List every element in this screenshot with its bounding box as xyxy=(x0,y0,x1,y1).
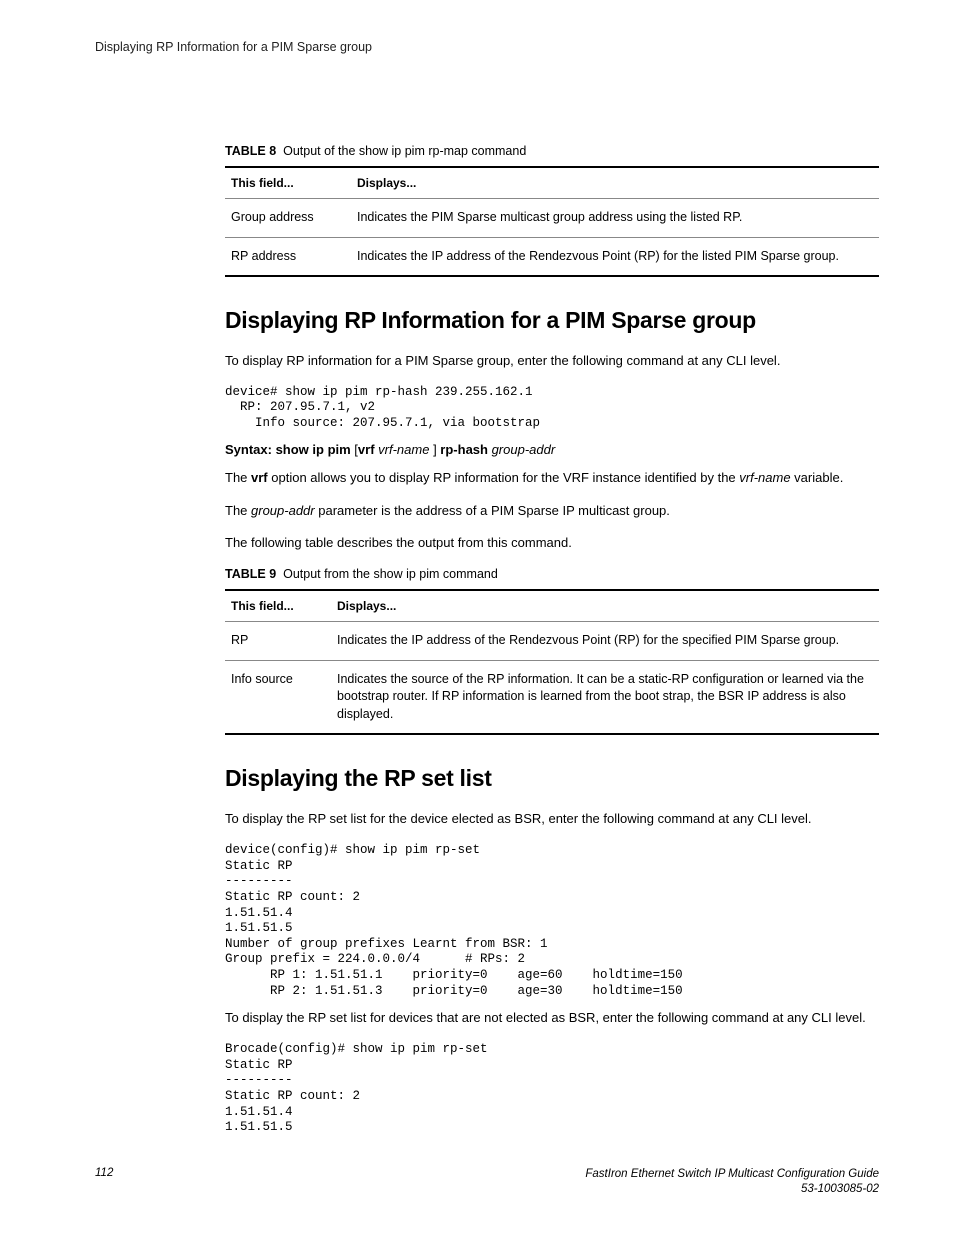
text-bold: vrf xyxy=(251,470,268,485)
table-row: Info source Indicates the source of the … xyxy=(225,660,879,734)
table9-cell-desc: Indicates the IP address of the Rendezvo… xyxy=(331,622,879,661)
syntax-line: Syntax: show ip pim [vrf vrf-name ] rp-h… xyxy=(225,442,879,457)
table8-cell-field: Group address xyxy=(225,199,351,238)
table-row: Group address Indicates the PIM Sparse m… xyxy=(225,199,879,238)
syntax-rphash: rp-hash xyxy=(440,442,488,457)
running-header: Displaying RP Information for a PIM Spar… xyxy=(95,40,879,54)
table9-caption-text: Output from the show ip pim command xyxy=(283,567,498,581)
table9-header-displays: Displays... xyxy=(331,590,879,622)
footer-docnum: 53-1003085-02 xyxy=(801,1183,879,1195)
table8: This field... Displays... Group address … xyxy=(225,166,879,277)
table9-cell-field: RP xyxy=(225,622,331,661)
groupaddr-paragraph: The group-addr parameter is the address … xyxy=(225,502,879,521)
section2-code1: device(config)# show ip pim rp-set Stati… xyxy=(225,843,879,999)
table9: This field... Displays... RP Indicates t… xyxy=(225,589,879,735)
text-ital: vrf-name xyxy=(739,470,790,485)
section1-outro: The following table describes the output… xyxy=(225,534,879,553)
text: option allows you to display RP informat… xyxy=(268,470,740,485)
text: The xyxy=(225,470,251,485)
table9-header-field: This field... xyxy=(225,590,331,622)
table9-label: TABLE 9 xyxy=(225,567,276,581)
table8-header-displays: Displays... xyxy=(351,167,879,199)
table8-cell-desc: Indicates the IP address of the Rendezvo… xyxy=(351,237,879,276)
page-number: 112 xyxy=(95,1167,113,1179)
page-footer: 112 FastIron Ethernet Switch IP Multicas… xyxy=(95,1167,879,1197)
text: The xyxy=(225,503,251,518)
table-row: RP Indicates the IP address of the Rende… xyxy=(225,622,879,661)
table8-header-field: This field... xyxy=(225,167,351,199)
section2-intro: To display the RP set list for the devic… xyxy=(225,810,879,829)
section2-mid: To display the RP set list for devices t… xyxy=(225,1009,879,1028)
footer-title: FastIron Ethernet Switch IP Multicast Co… xyxy=(585,1168,879,1180)
syntax-vrfname: vrf-name xyxy=(375,442,434,457)
table8-label: TABLE 8 xyxy=(225,144,276,158)
table8-caption: TABLE 8 Output of the show ip pim rp-map… xyxy=(225,144,879,158)
text: variable. xyxy=(791,470,844,485)
table8-cell-field: RP address xyxy=(225,237,351,276)
section2-code2: Brocade(config)# show ip pim rp-set Stat… xyxy=(225,1042,879,1136)
table8-cell-desc: Indicates the PIM Sparse multicast group… xyxy=(351,199,879,238)
table9-cell-desc: Indicates the source of the RP informati… xyxy=(331,660,879,734)
text-ital: group-addr xyxy=(251,503,315,518)
table8-caption-text: Output of the show ip pim rp-map command xyxy=(283,144,526,158)
section1-code: device# show ip pim rp-hash 239.255.162.… xyxy=(225,385,879,432)
syntax-prefix: Syntax: show ip pim xyxy=(225,442,351,457)
syntax-groupaddr: group-addr xyxy=(488,442,555,457)
table-row: RP address Indicates the IP address of t… xyxy=(225,237,879,276)
section1-heading: Displaying RP Information for a PIM Spar… xyxy=(225,307,879,334)
vrf-paragraph: The vrf option allows you to display RP … xyxy=(225,469,879,488)
section1-intro: To display RP information for a PIM Spar… xyxy=(225,352,879,371)
text: parameter is the address of a PIM Sparse… xyxy=(315,503,670,518)
table9-caption: TABLE 9 Output from the show ip pim comm… xyxy=(225,567,879,581)
table9-cell-field: Info source xyxy=(225,660,331,734)
section2-heading: Displaying the RP set list xyxy=(225,765,879,792)
syntax-vrf: vrf xyxy=(358,442,375,457)
syntax-open: [ xyxy=(351,442,358,457)
